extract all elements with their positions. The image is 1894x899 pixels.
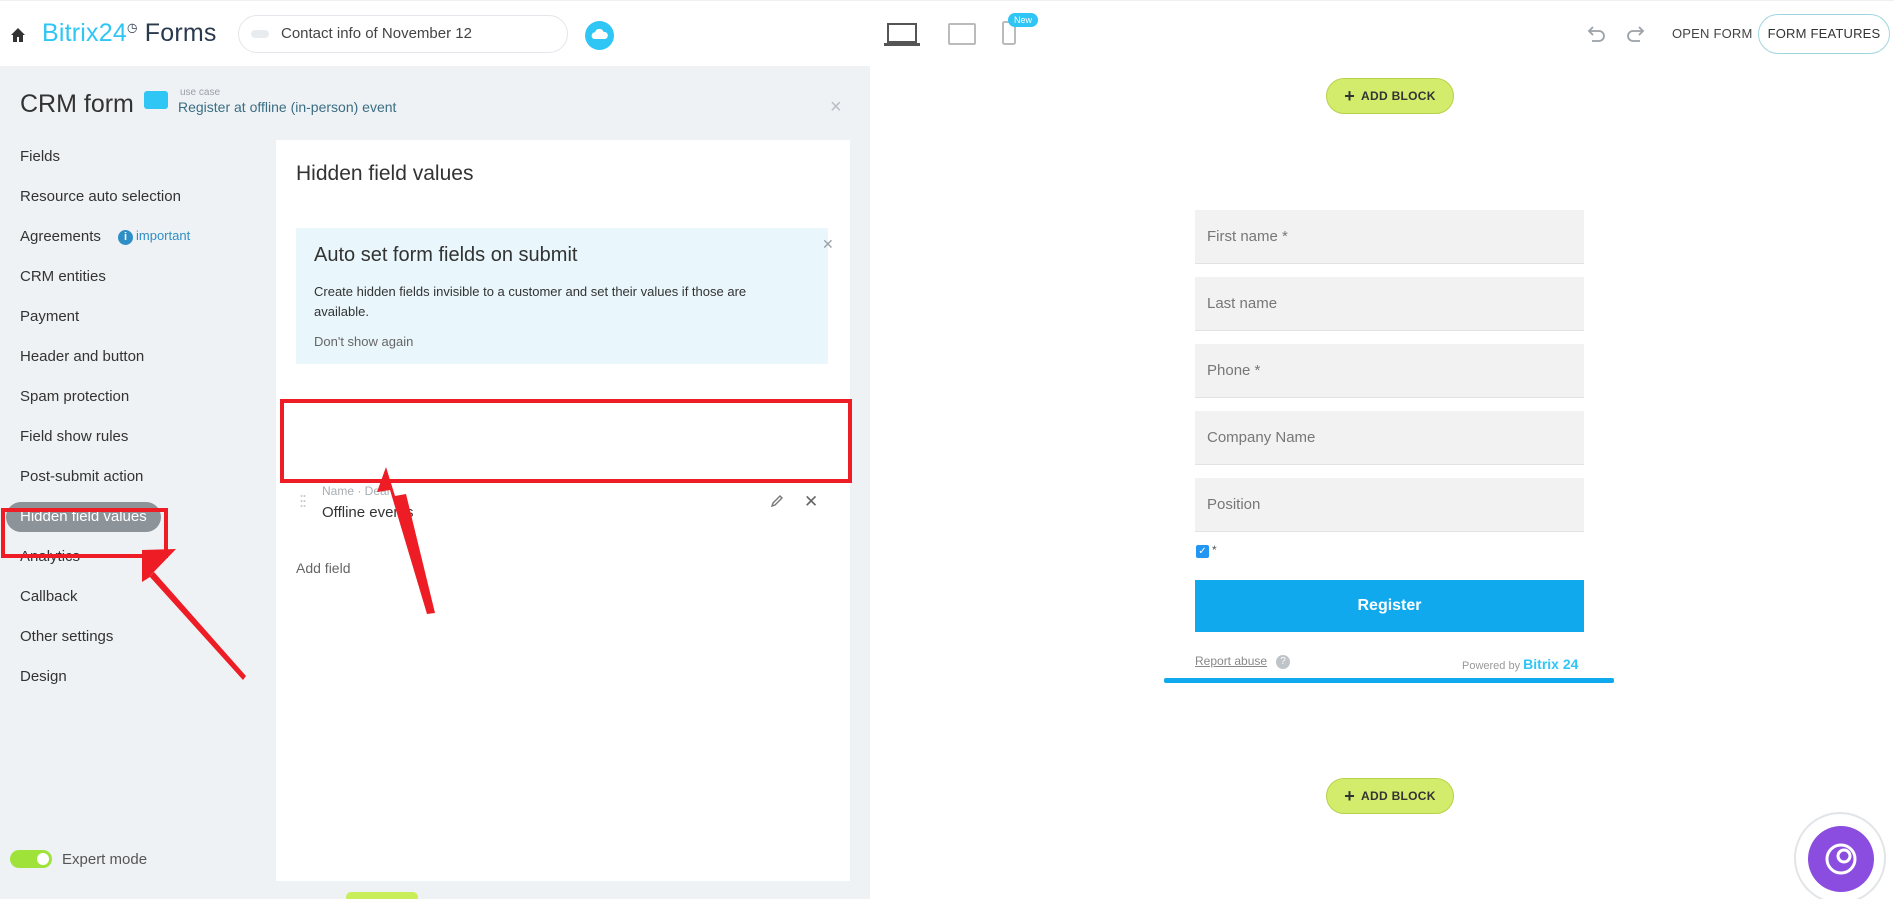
agreement-checkbox[interactable]: ✓ xyxy=(1196,545,1209,558)
add-field-link[interactable]: Add field xyxy=(296,560,350,576)
usecase-value[interactable]: Register at offline (in-person) event xyxy=(178,99,396,115)
assistant-widget[interactable] xyxy=(1794,812,1886,899)
field-value: Offline events xyxy=(322,504,414,521)
register-button[interactable]: Register xyxy=(1195,580,1584,632)
usecase-label: use case xyxy=(180,87,221,98)
nav-item-payment[interactable]: Payment xyxy=(20,308,79,325)
position-field[interactable]: Position xyxy=(1195,478,1584,532)
tablet-view-icon[interactable] xyxy=(948,23,976,45)
form-bottom-line xyxy=(1164,678,1614,683)
highlight-nav-item xyxy=(1,508,168,558)
nav-item-fields[interactable]: Fields xyxy=(20,148,60,165)
nav-item-spam-protection[interactable]: Spam protection xyxy=(20,388,129,405)
open-form-link[interactable]: OPEN FORM xyxy=(1672,26,1753,41)
report-abuse-link[interactable]: Report abuse xyxy=(1195,654,1267,668)
info-icon: i xyxy=(118,230,133,245)
nav-item-callback[interactable]: Callback xyxy=(20,588,78,605)
info-close-icon[interactable]: ✕ xyxy=(822,236,834,253)
first-name-field[interactable]: First name * xyxy=(1195,210,1584,264)
clock-icon: ◷ xyxy=(126,20,138,35)
powered-by: Powered by Bitrix 24 xyxy=(1462,656,1579,672)
desktop-view-icon[interactable] xyxy=(884,22,920,48)
nav-item-other-settings[interactable]: Other settings xyxy=(20,628,113,645)
remove-field-icon[interactable]: ✕ xyxy=(804,492,818,512)
important-badge[interactable]: i important xyxy=(118,228,190,245)
nav-item-design[interactable]: Design xyxy=(20,668,67,685)
save-cloud-button[interactable] xyxy=(585,21,614,50)
nav-item-resource-auto-selection[interactable]: Resource auto selection xyxy=(20,188,181,205)
highlight-field-row xyxy=(280,399,852,483)
last-name-field[interactable]: Last name xyxy=(1195,277,1584,331)
required-star: * xyxy=(1212,543,1217,557)
nav-item-crm-entities[interactable]: CRM entities xyxy=(20,268,106,285)
info-text: Create hidden fields invisible to a cust… xyxy=(314,284,747,319)
field-label: Name · Deal xyxy=(322,484,390,498)
bottom-save-pill[interactable] xyxy=(346,892,418,899)
add-block-button-top[interactable]: + ADD BLOCK xyxy=(1326,78,1454,114)
usecase-icon xyxy=(144,91,168,109)
plus-icon: + xyxy=(1344,86,1356,106)
form-features-button[interactable]: FORM FEATURES xyxy=(1758,14,1890,54)
redo-icon[interactable] xyxy=(1626,25,1646,43)
new-badge: New xyxy=(1008,13,1039,27)
plus-icon: + xyxy=(1344,786,1356,806)
info-box: Auto set form fields on submit Create hi… xyxy=(296,228,834,364)
help-icon[interactable]: ? xyxy=(1276,655,1290,669)
dont-show-again-link[interactable]: Don't show again xyxy=(314,334,413,349)
company-name-field[interactable]: Company Name xyxy=(1195,411,1584,465)
content-card: Hidden field values Auto set form fields… xyxy=(276,140,850,881)
info-title: Auto set form fields on submit xyxy=(314,244,578,266)
nav-item-agreements[interactable]: Agreements xyxy=(20,228,101,245)
nav-item-field-show-rules[interactable]: Field show rules xyxy=(20,428,128,445)
home-icon[interactable] xyxy=(10,27,26,43)
cloud-icon xyxy=(591,28,608,39)
add-block-button-bottom[interactable]: + ADD BLOCK xyxy=(1326,778,1454,814)
assistant-icon xyxy=(1808,826,1874,892)
expert-mode-label: Expert mode xyxy=(62,851,148,868)
undo-icon[interactable] xyxy=(1586,25,1606,43)
drag-handle-icon[interactable] xyxy=(300,494,306,508)
section-title: Hidden field values xyxy=(296,162,474,185)
app-logo: Bitrix24◷ Forms xyxy=(42,19,217,47)
form-block: First name * Last name Phone * Company N… xyxy=(1164,196,1614,686)
top-bar: Bitrix24◷ Forms Contact info of November… xyxy=(0,0,1894,66)
form-name-input[interactable]: Contact info of November 12 xyxy=(238,15,568,53)
pencil-icon[interactable] xyxy=(770,494,784,508)
phone-field[interactable]: Phone * xyxy=(1195,344,1584,398)
close-icon[interactable]: × xyxy=(830,96,842,119)
nav-item-post-submit-action[interactable]: Post-submit action xyxy=(20,468,143,485)
edit-handle-icon xyxy=(251,30,269,38)
panel-title: CRM form xyxy=(20,90,134,118)
nav-item-header-and-button[interactable]: Header and button xyxy=(20,348,144,365)
expert-mode-toggle[interactable] xyxy=(10,850,52,868)
